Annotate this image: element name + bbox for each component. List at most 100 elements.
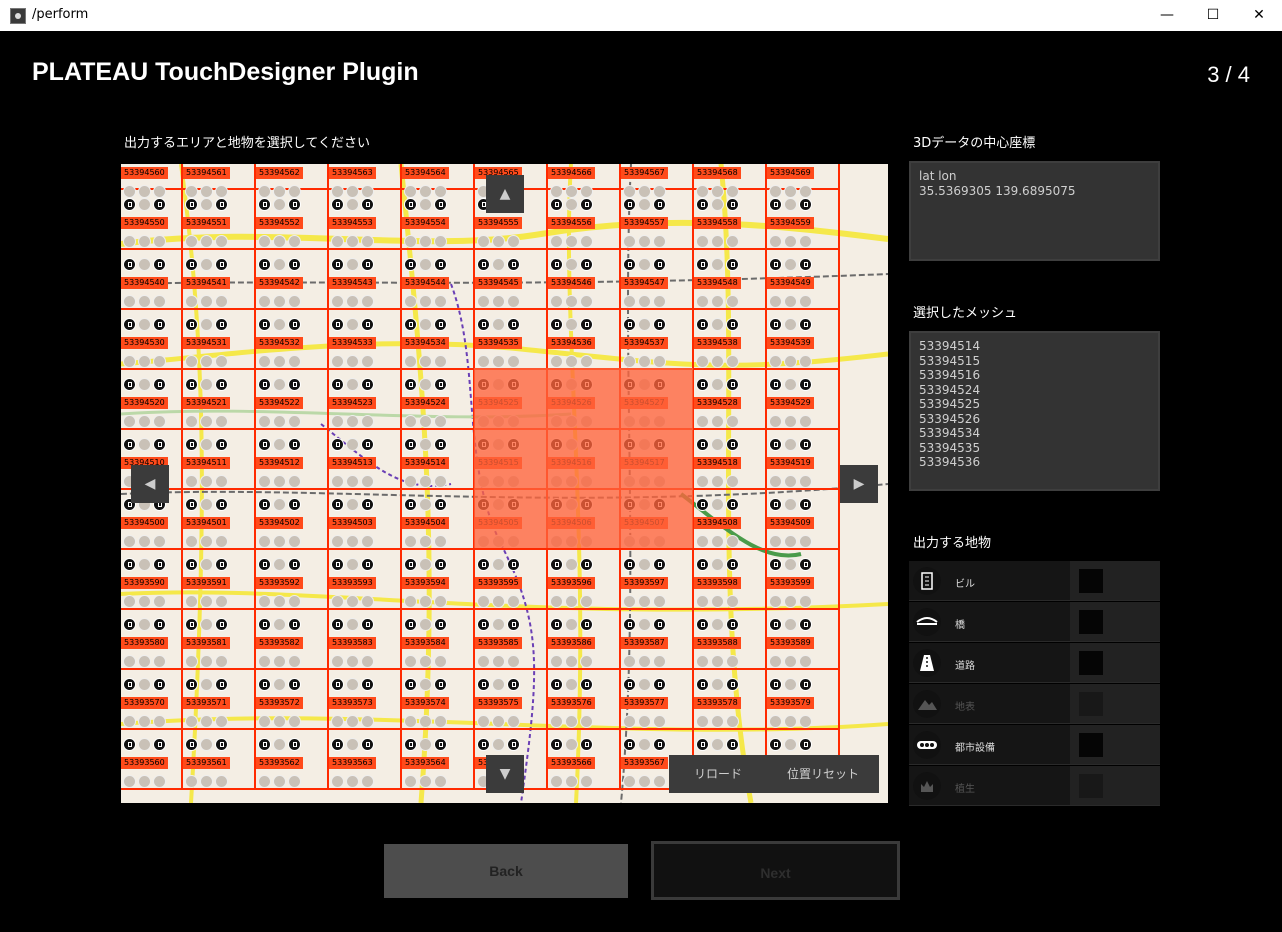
map-left-button[interactable]: ◀ bbox=[131, 465, 169, 503]
mesh-cell[interactable]: 53393589 bbox=[767, 610, 840, 670]
mesh-cell[interactable]: 53394524 bbox=[402, 370, 475, 430]
mesh-cell[interactable]: 53394538 bbox=[694, 310, 767, 370]
terrain-checkbox[interactable] bbox=[1079, 692, 1103, 716]
mesh-cell[interactable]: 53393579 bbox=[767, 670, 840, 730]
mesh-cell[interactable]: 53394503 bbox=[329, 490, 402, 550]
mesh-cell[interactable]: 53393597 bbox=[621, 550, 694, 610]
mesh-cell[interactable]: 53394569 bbox=[767, 164, 840, 198]
mesh-cell[interactable]: 53393593 bbox=[329, 550, 402, 610]
mesh-cell[interactable]: 53394531 bbox=[183, 310, 256, 370]
mesh-cell[interactable]: 53393582 bbox=[256, 610, 329, 670]
mesh-cell[interactable]: 53393575 bbox=[475, 670, 548, 730]
mesh-cell[interactable]: 53394511 bbox=[183, 430, 256, 490]
feature-row-terrain[interactable]: 地表 bbox=[909, 684, 1160, 724]
mesh-cell[interactable]: 53393594 bbox=[402, 550, 475, 610]
reset-position-button[interactable]: 位置リセット bbox=[767, 755, 879, 793]
mesh-cell[interactable]: 53394563 bbox=[329, 164, 402, 198]
mesh-cell[interactable]: 53393576 bbox=[548, 670, 621, 730]
mesh-cell[interactable]: 53394545 bbox=[475, 250, 548, 310]
feature-row-bridge[interactable]: 橋 bbox=[909, 602, 1160, 642]
mesh-cell[interactable]: 53394564 bbox=[402, 164, 475, 198]
mesh-cell[interactable]: 53394534 bbox=[402, 310, 475, 370]
mesh-cell[interactable]: 53394554 bbox=[402, 190, 475, 250]
mesh-cell[interactable]: 53393591 bbox=[183, 550, 256, 610]
mesh-cell[interactable]: 53394512 bbox=[256, 430, 329, 490]
mesh-cell[interactable]: 53393560 bbox=[121, 730, 183, 790]
mesh-cell[interactable]: 53393598 bbox=[694, 550, 767, 610]
bridge-checkbox[interactable] bbox=[1079, 610, 1103, 634]
feature-row-vegetation[interactable]: 植生 bbox=[909, 766, 1160, 806]
mesh-cell[interactable]: 53393585 bbox=[475, 610, 548, 670]
mesh-cell[interactable]: 53394542 bbox=[256, 250, 329, 310]
mesh-cell[interactable]: 53394549 bbox=[767, 250, 840, 310]
mesh-cell[interactable]: 53394508 bbox=[694, 490, 767, 550]
minimize-button[interactable]: — bbox=[1144, 0, 1190, 31]
next-button[interactable]: Next bbox=[651, 841, 900, 900]
mesh-cell[interactable]: 53393573 bbox=[329, 670, 402, 730]
mesh-cell[interactable]: 53394523 bbox=[329, 370, 402, 430]
mesh-cell[interactable]: 53393590 bbox=[121, 550, 183, 610]
mesh-cell[interactable]: 53394559 bbox=[767, 190, 840, 250]
mesh-cell[interactable]: 53393574 bbox=[402, 670, 475, 730]
mesh-cell[interactable]: 53393599 bbox=[767, 550, 840, 610]
mesh-cell[interactable]: 53393587 bbox=[621, 610, 694, 670]
mesh-cell[interactable]: 53394518 bbox=[694, 430, 767, 490]
vegetation-checkbox[interactable] bbox=[1079, 774, 1103, 798]
mesh-cell[interactable]: 53394530 bbox=[121, 310, 183, 370]
mesh-cell[interactable]: 53394522 bbox=[256, 370, 329, 430]
mesh-cell[interactable]: 53393563 bbox=[329, 730, 402, 790]
mesh-cell[interactable]: 53394567 bbox=[621, 164, 694, 198]
mesh-cell[interactable]: 53393595 bbox=[475, 550, 548, 610]
mesh-cell[interactable]: 53394556 bbox=[548, 190, 621, 250]
mesh-cell[interactable]: 53394532 bbox=[256, 310, 329, 370]
selected-mesh-box[interactable]: 53394514 53394515 53394516 53394524 5339… bbox=[909, 331, 1160, 491]
reload-button[interactable]: リロード bbox=[669, 755, 767, 793]
mesh-cell[interactable]: 53394548 bbox=[694, 250, 767, 310]
mesh-cell[interactable]: 53394513 bbox=[329, 430, 402, 490]
road-checkbox[interactable] bbox=[1079, 651, 1103, 675]
mesh-cell[interactable]: 53394504 bbox=[402, 490, 475, 550]
mesh-cell[interactable]: 53393572 bbox=[256, 670, 329, 730]
mesh-cell[interactable]: 53394528 bbox=[694, 370, 767, 430]
mesh-cell[interactable]: 53394533 bbox=[329, 310, 402, 370]
mesh-cell[interactable]: 53394544 bbox=[402, 250, 475, 310]
map-right-button[interactable]: ▶ bbox=[840, 465, 878, 503]
mesh-cell[interactable]: 53393571 bbox=[183, 670, 256, 730]
mesh-cell[interactable]: 53393583 bbox=[329, 610, 402, 670]
mesh-cell[interactable]: 53393580 bbox=[121, 610, 183, 670]
mesh-cell[interactable]: 53393562 bbox=[256, 730, 329, 790]
map-up-button[interactable]: ▲ bbox=[486, 175, 524, 213]
mesh-cell[interactable]: 53393584 bbox=[402, 610, 475, 670]
mesh-cell[interactable]: 53394553 bbox=[329, 190, 402, 250]
mesh-cell[interactable]: 53394566 bbox=[548, 164, 621, 198]
mesh-cell[interactable]: 53394502 bbox=[256, 490, 329, 550]
map-down-button[interactable]: ▼ bbox=[486, 755, 524, 793]
mesh-cell[interactable]: 53394519 bbox=[767, 430, 840, 490]
feature-row-building[interactable]: ビル bbox=[909, 561, 1160, 601]
mesh-cell[interactable]: 53393561 bbox=[183, 730, 256, 790]
mesh-map[interactable]: 5339446953394560533945615339456253394563… bbox=[121, 164, 888, 803]
back-button[interactable]: Back bbox=[384, 844, 628, 898]
mesh-cell[interactable]: 53394535 bbox=[475, 310, 548, 370]
mesh-cell[interactable]: 53394543 bbox=[329, 250, 402, 310]
mesh-cell[interactable]: 53393586 bbox=[548, 610, 621, 670]
city-furniture-checkbox[interactable] bbox=[1079, 733, 1103, 757]
mesh-cell[interactable]: 53393596 bbox=[548, 550, 621, 610]
mesh-cell[interactable]: 53394561 bbox=[183, 164, 256, 198]
mesh-cell[interactable]: 53394550 bbox=[121, 190, 183, 250]
mesh-cell[interactable]: 53394551 bbox=[183, 190, 256, 250]
mesh-cell[interactable]: 53394514 bbox=[402, 430, 475, 490]
mesh-cell[interactable]: 53393566 bbox=[548, 730, 621, 790]
mesh-cell[interactable]: 53394501 bbox=[183, 490, 256, 550]
feature-row-city-furniture[interactable]: 都市設備 bbox=[909, 725, 1160, 765]
mesh-cell[interactable]: 53394541 bbox=[183, 250, 256, 310]
mesh-cell[interactable]: 53394558 bbox=[694, 190, 767, 250]
mesh-cell[interactable]: 53393581 bbox=[183, 610, 256, 670]
mesh-cell[interactable]: 53393570 bbox=[121, 670, 183, 730]
feature-row-road[interactable]: 道路 bbox=[909, 643, 1160, 683]
mesh-cell[interactable]: 53394529 bbox=[767, 370, 840, 430]
mesh-cell[interactable]: 53394509 bbox=[767, 490, 840, 550]
mesh-cell[interactable]: 53394547 bbox=[621, 250, 694, 310]
mesh-cell[interactable]: 53394546 bbox=[548, 250, 621, 310]
mesh-cell[interactable]: 53394562 bbox=[256, 164, 329, 198]
